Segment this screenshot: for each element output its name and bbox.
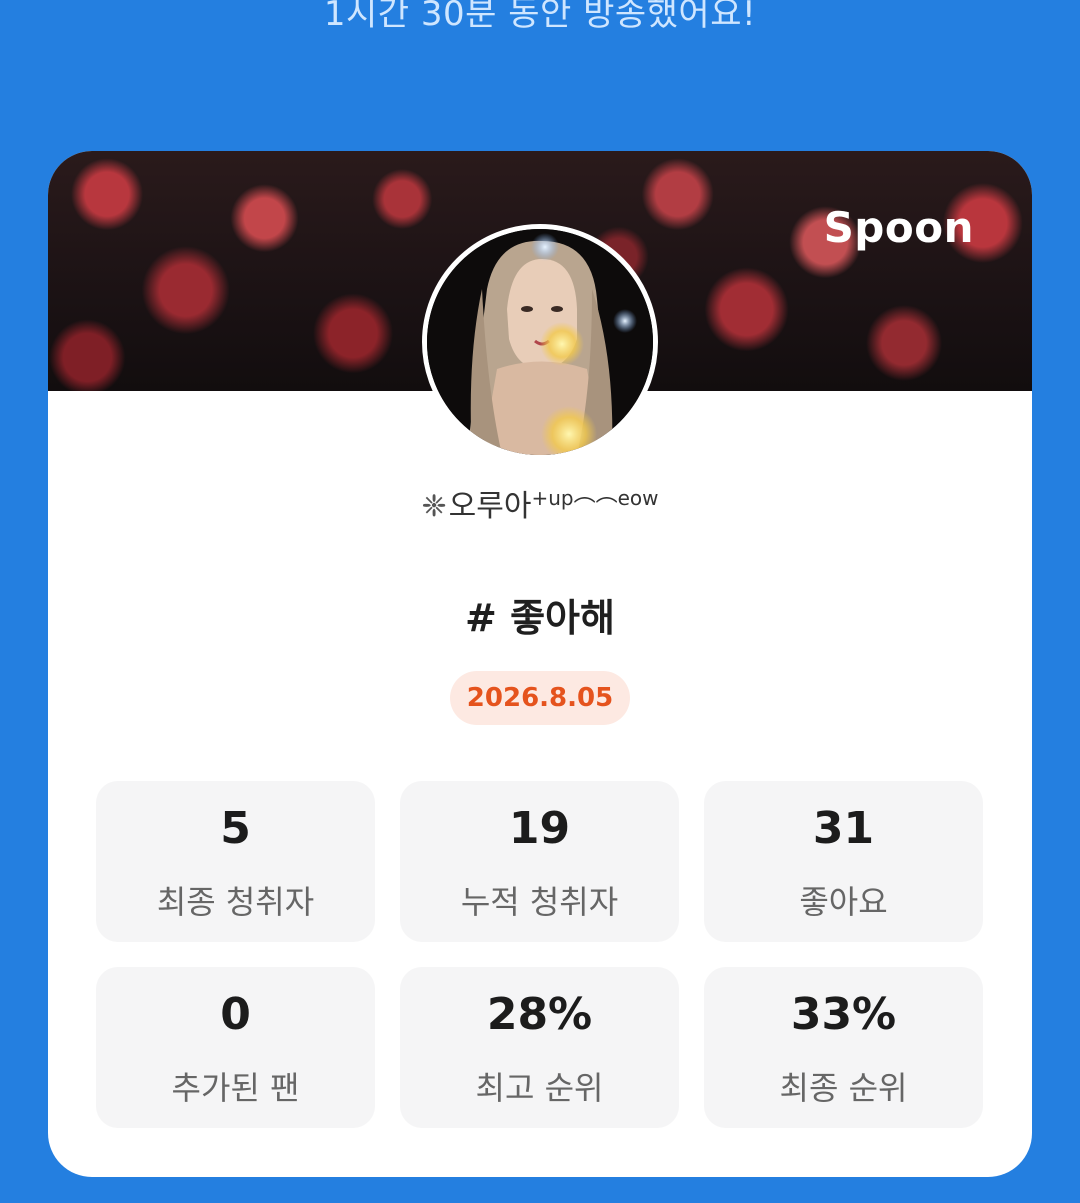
stat-label: 최종 순위 (779, 1069, 908, 1107)
stat-total-listeners: 19 누적 청취자 (400, 781, 679, 942)
stat-final-listeners: 5 최종 청취자 (96, 781, 375, 942)
stat-label: 좋아요 (799, 883, 888, 921)
broadcast-date-badge: 2026.8.05 (450, 671, 630, 725)
stat-final-rank: 33% 최종 순위 (704, 967, 983, 1128)
streamer-nickname: ❈오루아+up⌒⌒eow (421, 486, 659, 524)
spoon-logo: Spoon (823, 203, 974, 252)
stat-value: 33% (790, 989, 897, 1040)
stat-value: 28% (486, 989, 593, 1040)
broadcast-title: # 좋아해 (465, 596, 615, 640)
profile-avatar[interactable] (422, 224, 658, 460)
broadcast-duration-headline: 1시간 30분 동안 방송했어요! (323, 0, 757, 34)
flower-icon: ❈ (421, 489, 447, 524)
stat-label: 최고 순위 (475, 1069, 604, 1107)
stat-label: 추가된 팬 (171, 1069, 300, 1107)
mountain-icon: ⌒⌒ (573, 497, 618, 522)
stat-value: 31 (812, 803, 875, 854)
stat-highest-rank: 28% 최고 순위 (400, 967, 679, 1128)
stat-value: 5 (220, 803, 251, 854)
stat-value: 19 (508, 803, 571, 854)
stat-new-fans: 0 추가된 팬 (96, 967, 375, 1128)
stat-label: 최종 청취자 (156, 883, 315, 921)
avatar-image (427, 229, 653, 455)
stat-label: 누적 청취자 (460, 883, 619, 921)
stat-value: 0 (220, 989, 251, 1040)
broadcast-summary-card: Spoon ❈오루아+up⌒⌒eow # 좋아해 2026.8.05 5 최종 … (48, 151, 1032, 1177)
stat-likes: 31 좋아요 (704, 781, 983, 942)
